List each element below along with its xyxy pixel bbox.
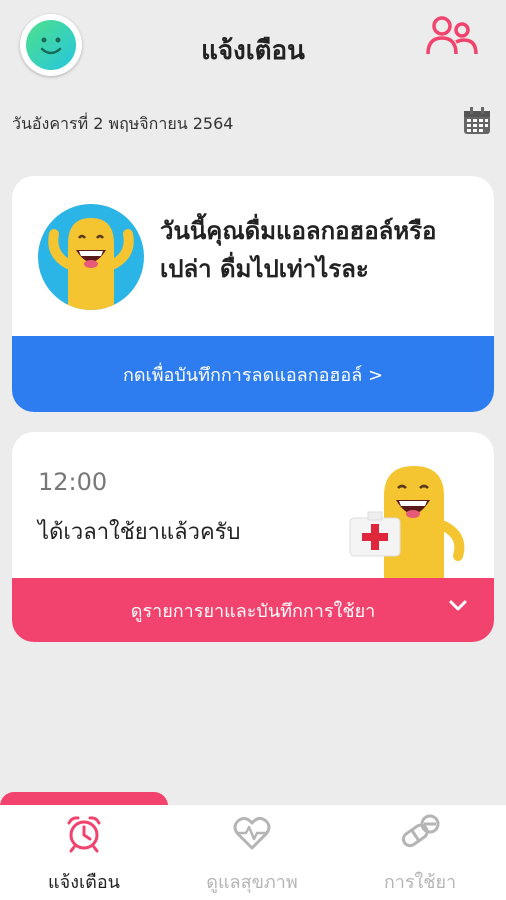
mascot-waving-icon — [38, 204, 144, 310]
record-alcohol-label: กดเพื่อบันทึกการลดแอลกอฮอล์ > — [122, 364, 384, 386]
medicine-reminder-card: 12:00 ได้เวลาใช้ยาแล้วครับ ดูรายการยาและ… — [12, 432, 494, 642]
alcohol-question: วันนี้คุณดื่มแอลกอฮอล์หรือเปล่า ดื่มไปเท… — [160, 217, 437, 283]
record-alcohol-button[interactable]: กดเพื่อบันทึกการลดแอลกอฮอล์ > — [12, 336, 494, 412]
tab-medication[interactable]: การใช้ยา — [336, 805, 504, 900]
tab-health-care[interactable]: ดูแลสุขภาพ — [168, 805, 336, 900]
alcohol-reminder-card: วันนี้คุณดื่มแอลกอฮอล์หรือเปล่า ดื่มไปเท… — [12, 176, 494, 412]
medicine-list-label: ดูรายการยาและบันทึกการใช้ยา — [130, 600, 376, 622]
current-date: วันอังคารที่ 2 พฤษจิกายน 2564 — [12, 114, 234, 133]
tab-label: แจ้งเตือน — [48, 872, 120, 893]
medicine-message: ได้เวลาใช้ยาแล้วครับ — [38, 520, 241, 545]
reminder-time: 12:00 — [38, 468, 108, 496]
chevron-down-icon[interactable] — [448, 596, 468, 616]
heart-pulse-icon — [233, 816, 271, 850]
mascot-first-aid-icon — [340, 456, 470, 578]
calendar-icon[interactable] — [462, 106, 492, 136]
pill-icon — [401, 814, 440, 848]
tab-notifications[interactable]: แจ้งเตือน — [0, 805, 168, 900]
alarm-clock-icon — [67, 816, 101, 853]
tab-label: การใช้ยา — [383, 872, 457, 893]
tab-label: ดูแลสุขภาพ — [206, 872, 298, 893]
users-icon[interactable] — [424, 14, 480, 58]
medicine-list-button[interactable]: ดูรายการยาและบันทึกการใช้ยา — [12, 578, 494, 642]
bottom-tab-bar: แจ้งเตือน ดูแลสุขภาพ การใช้ยา — [0, 805, 506, 900]
